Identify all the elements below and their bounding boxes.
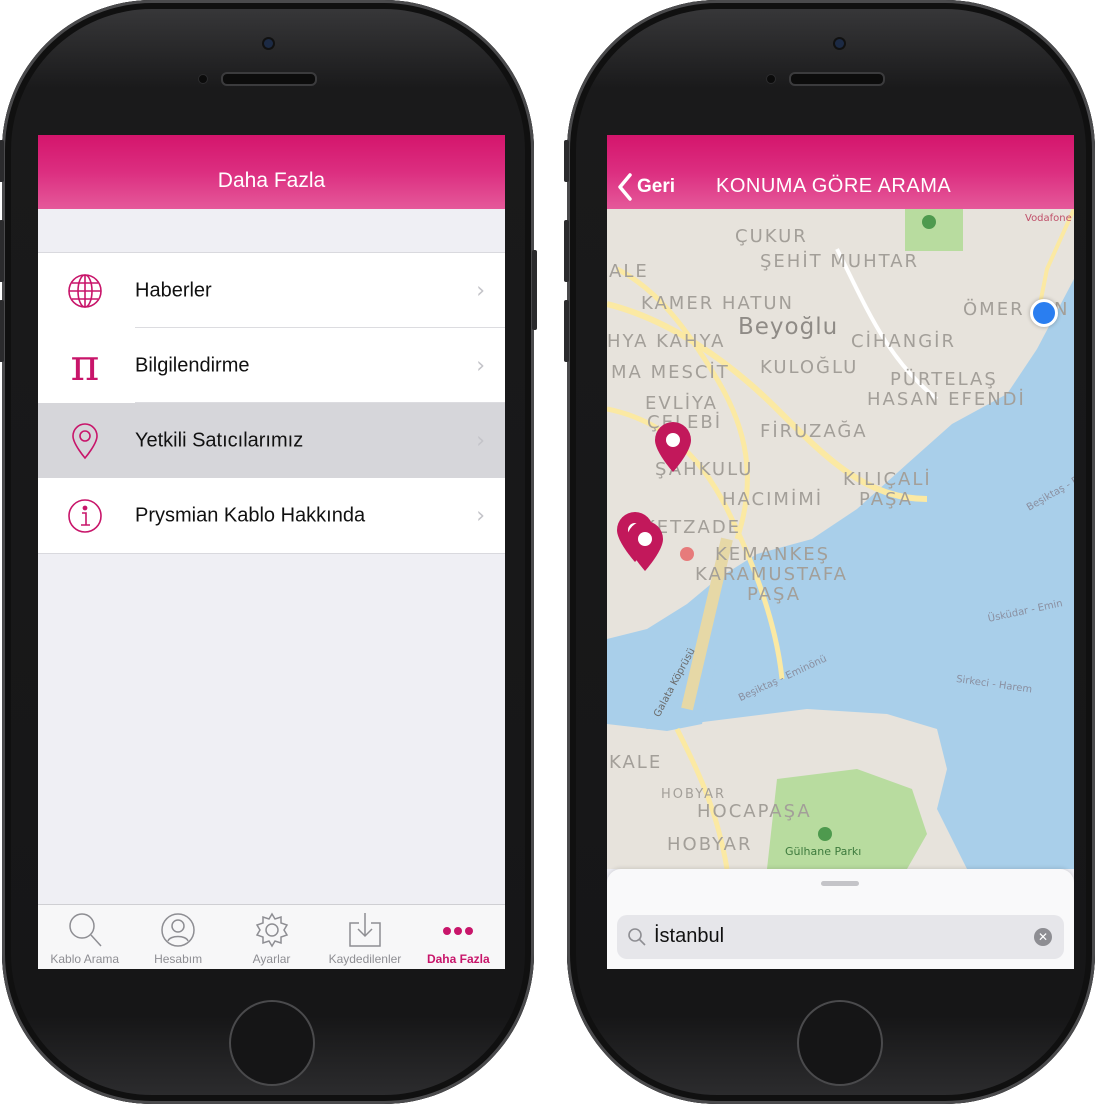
user-icon [158,910,198,950]
home-button[interactable] [229,1000,315,1086]
earpiece-speaker [221,72,317,86]
tab-label: Daha Fazla [426,952,490,966]
map-label: KILIÇALİ [843,469,932,490]
poi-label: Vodafone [1025,213,1072,224]
map-view[interactable]: ÇUKUR ŞEHİT MUHTAR ALE KAMER HATUN Beyoğ… [607,209,1074,869]
power-button [532,250,537,330]
home-button[interactable] [797,1000,883,1086]
tab-kablo-arama[interactable]: Kablo Arama [38,905,131,969]
globe-icon [66,272,104,310]
chevron-right-icon: › [476,428,485,453]
earpiece-speaker [789,72,885,86]
map-pin-icon[interactable] [653,422,693,474]
map-label: MA MESCİT [611,362,730,383]
navigation-bar: Geri KONUMA GÖRE ARAMA [607,135,1074,209]
chevron-right-icon: › [476,278,485,303]
proximity-sensor [766,74,776,84]
tab-label: Hesabım [154,952,203,966]
tab-label: Ayarlar [252,952,291,966]
map-label: PÜRTELAŞ [890,369,998,390]
chevron-right-icon: › [476,503,485,528]
map-label: HACIMİMİ [722,489,824,510]
page-title: KONUMA GÖRE ARAMA [716,175,952,197]
tab-daha-fazla[interactable]: Daha Fazla [412,905,505,969]
map-label: HYA KAHYA [607,331,726,352]
map-label: KULOĞLU [760,357,859,378]
more-screen: Daha Fazla Haberler › π Bilgilendirme › [38,135,505,969]
clear-icon[interactable]: ✕ [1034,928,1052,946]
map-label: ÖMER [963,299,1025,320]
menu-item-bilgilendirme[interactable]: π Bilgilendirme › [38,328,505,403]
map-label: HOBYAR [667,834,753,855]
menu-item-haberler[interactable]: Haberler › [38,253,505,328]
tab-ayarlar[interactable]: Ayarlar [225,905,318,969]
volume-up-button [0,220,4,282]
mute-switch [564,140,569,182]
front-camera [264,39,273,48]
back-label: Geri [637,176,676,197]
tab-kaydedilenler[interactable]: Kaydedilenler [318,905,411,969]
map-label: Beyoğlu [738,314,839,340]
mute-switch [0,140,4,182]
search-icon [65,910,105,950]
menu-item-hakkinda[interactable]: Prysmian Kablo Hakkında › [38,478,505,553]
map-label: KEMANKEŞ [715,544,831,565]
chevron-left-icon [618,173,632,201]
map-label: PAŞA [859,489,914,510]
map-label: CİHANGİR [851,331,956,352]
pi-icon: π [70,339,100,391]
park-icon [818,827,832,841]
volume-up-button [564,220,569,282]
tab-bar: Kablo Arama Hesabım Ayarlar Kaydedilenle… [38,904,505,969]
sheet-grabber[interactable] [821,881,859,886]
menu-item-yetkili-saticilar[interactable]: Yetkili Satıcılarımız › [38,403,505,478]
map-label: ALE [609,261,649,282]
map-label: PAŞA [747,584,802,605]
map-label: ÇUKUR [735,226,808,247]
map-pin-icon[interactable] [625,521,665,573]
map-label: HOBYAR [661,787,727,802]
menu-item-label: Prysmian Kablo Hakkında [135,504,366,526]
gear-icon [252,910,292,950]
map-label: KALE [609,752,663,773]
back-button[interactable]: Geri [617,173,675,201]
menu-item-label: Haberler [135,279,212,301]
volume-down-button [564,300,569,362]
map-label: KAMER HATUN [641,293,795,314]
chevron-right-icon: › [476,353,485,378]
park-label: Gülhane Parkı [785,845,862,858]
menu-list: Haberler › π Bilgilendirme › Yetkili Sat… [38,252,505,554]
map-label: KARAMUSTAFA [695,564,848,585]
search-field[interactable]: İstanbul ✕ [617,915,1064,959]
mosque-icon [680,547,694,561]
info-icon [66,497,104,535]
search-input[interactable]: İstanbul [654,925,724,948]
map-label: HOCAPAŞA [697,801,812,822]
map-label: FİRUZAĞA [760,421,868,442]
tab-hesabim[interactable]: Hesabım [131,905,224,969]
proximity-sensor [198,74,208,84]
park-icon [922,215,936,229]
search-icon [628,928,646,946]
navigation-bar: Daha Fazla [38,135,505,209]
map-label: EVLİYA [645,393,718,414]
map-label: ŞEHİT MUHTAR [760,251,920,272]
location-pin-icon [66,422,104,460]
front-camera [835,39,844,48]
menu-item-label: Bilgilendirme [135,354,250,376]
page-title: Daha Fazla [217,169,326,192]
tab-label: Kaydedilenler [328,952,402,966]
user-location-dot [1030,299,1058,327]
download-icon [345,910,385,950]
more-icon [438,910,478,950]
menu-item-label: Yetkili Satıcılarımız [135,429,304,451]
volume-down-button [0,300,4,362]
map-label: HASAN EFENDİ [867,389,1026,410]
tab-label: Kablo Arama [50,952,120,966]
bottom-sheet: İstanbul ✕ [607,869,1074,969]
location-search-screen: ÇUKUR ŞEHİT MUHTAR ALE KAMER HATUN Beyoğ… [607,135,1074,969]
